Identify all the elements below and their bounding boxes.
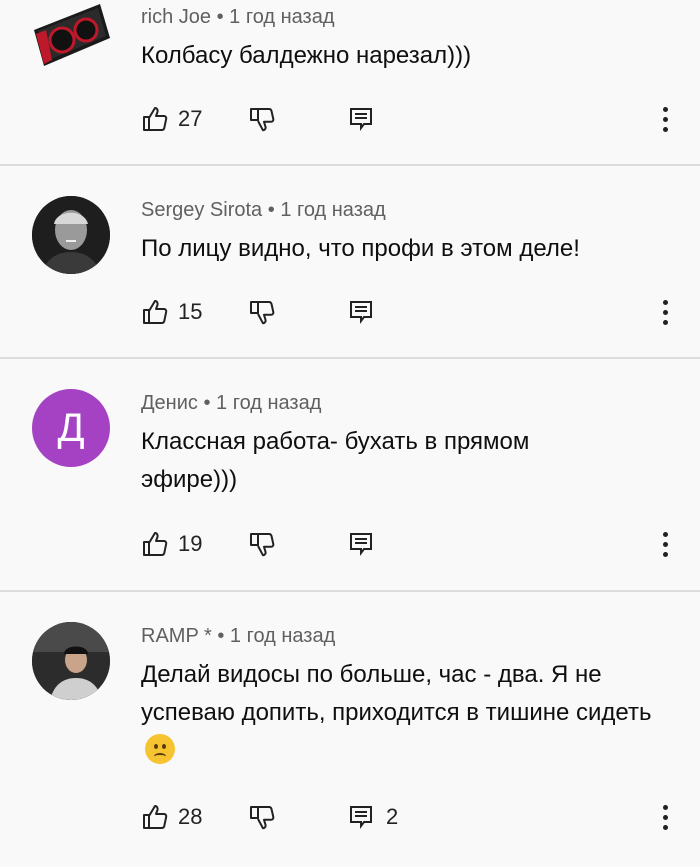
graphics-card-image — [34, 4, 110, 66]
confused-face-icon — [145, 734, 175, 764]
more-options-icon[interactable] — [654, 292, 676, 332]
more-options-icon[interactable] — [654, 797, 676, 837]
like-icon[interactable] — [141, 530, 169, 558]
like-count: 27 — [178, 106, 203, 131]
comment-time[interactable]: 1 год назад — [216, 392, 321, 414]
meta-separator: • — [267, 199, 275, 221]
reply-icon[interactable] — [348, 804, 374, 830]
avatar[interactable]: Д — [32, 389, 110, 467]
more-options-icon[interactable] — [654, 99, 676, 139]
comment-text-content: Делай видосы по больше, час - два. Я не … — [141, 661, 652, 726]
comment-meta: RAMP * • 1 год назад — [141, 625, 335, 648]
dislike-icon[interactable] — [247, 104, 277, 134]
comment-time[interactable]: 1 год назад — [229, 6, 334, 28]
like-icon[interactable] — [141, 105, 169, 133]
reply-count[interactable]: 2 — [386, 804, 398, 830]
reply-icon[interactable] — [348, 106, 374, 132]
more-options-icon[interactable] — [654, 524, 676, 564]
avatar[interactable] — [30, 0, 112, 72]
comment-actions: 27 — [141, 99, 681, 139]
like-icon[interactable] — [141, 298, 169, 326]
author-name[interactable]: Sergey Sirota — [141, 199, 262, 221]
comment-actions: 28 2 — [141, 797, 681, 837]
comment-item: Sergey Sirota • 1 год назад По лицу видн… — [0, 166, 700, 358]
like-count: 28 — [178, 804, 203, 829]
comment-text: Колбасу балдежно нарезал))) — [141, 42, 472, 69]
author-name[interactable]: rich Joe — [141, 6, 211, 28]
dislike-icon[interactable] — [247, 529, 277, 559]
dislike-icon[interactable] — [247, 297, 277, 327]
avatar[interactable] — [32, 622, 110, 700]
user-photo — [32, 196, 110, 274]
like-count: 15 — [178, 299, 203, 324]
comment-text: Классная работа- бухать в прямом эфире))… — [141, 428, 530, 493]
comment-text: По лицу видно, что профи в этом деле! — [141, 235, 580, 262]
meta-separator: • — [203, 392, 211, 414]
reply-icon[interactable] — [348, 299, 374, 325]
dislike-icon[interactable] — [247, 802, 277, 832]
reply-icon[interactable] — [348, 531, 374, 557]
comment-item: rich Joe • 1 год назад Колбасу балдежно … — [0, 0, 700, 165]
like-count: 19 — [178, 531, 203, 556]
comment-actions: 19 — [141, 524, 681, 564]
author-name[interactable]: Денис — [141, 392, 198, 414]
meta-separator: • — [216, 6, 224, 28]
user-photo — [32, 622, 110, 700]
comment-time[interactable]: 1 год назад — [230, 625, 335, 647]
comment-item: RAMP * • 1 год назад Делай видосы по бол… — [0, 592, 700, 867]
meta-separator: • — [217, 625, 225, 647]
like-icon[interactable] — [141, 803, 169, 831]
avatar-letter: Д — [57, 405, 85, 450]
comment-actions: 15 — [141, 292, 681, 332]
comment-text: Делай видосы по больше, час - два. Я не … — [141, 656, 681, 770]
author-name[interactable]: RAMP * — [141, 625, 212, 647]
avatar[interactable] — [32, 196, 110, 274]
comment-meta: rich Joe • 1 год назад — [141, 6, 335, 29]
comment-item: Д Денис • 1 год назад Классная работа- б… — [0, 359, 700, 591]
comment-meta: Денис • 1 год назад — [141, 392, 321, 415]
comment-meta: Sergey Sirota • 1 год назад — [141, 199, 386, 222]
comment-time[interactable]: 1 год назад — [280, 199, 385, 221]
